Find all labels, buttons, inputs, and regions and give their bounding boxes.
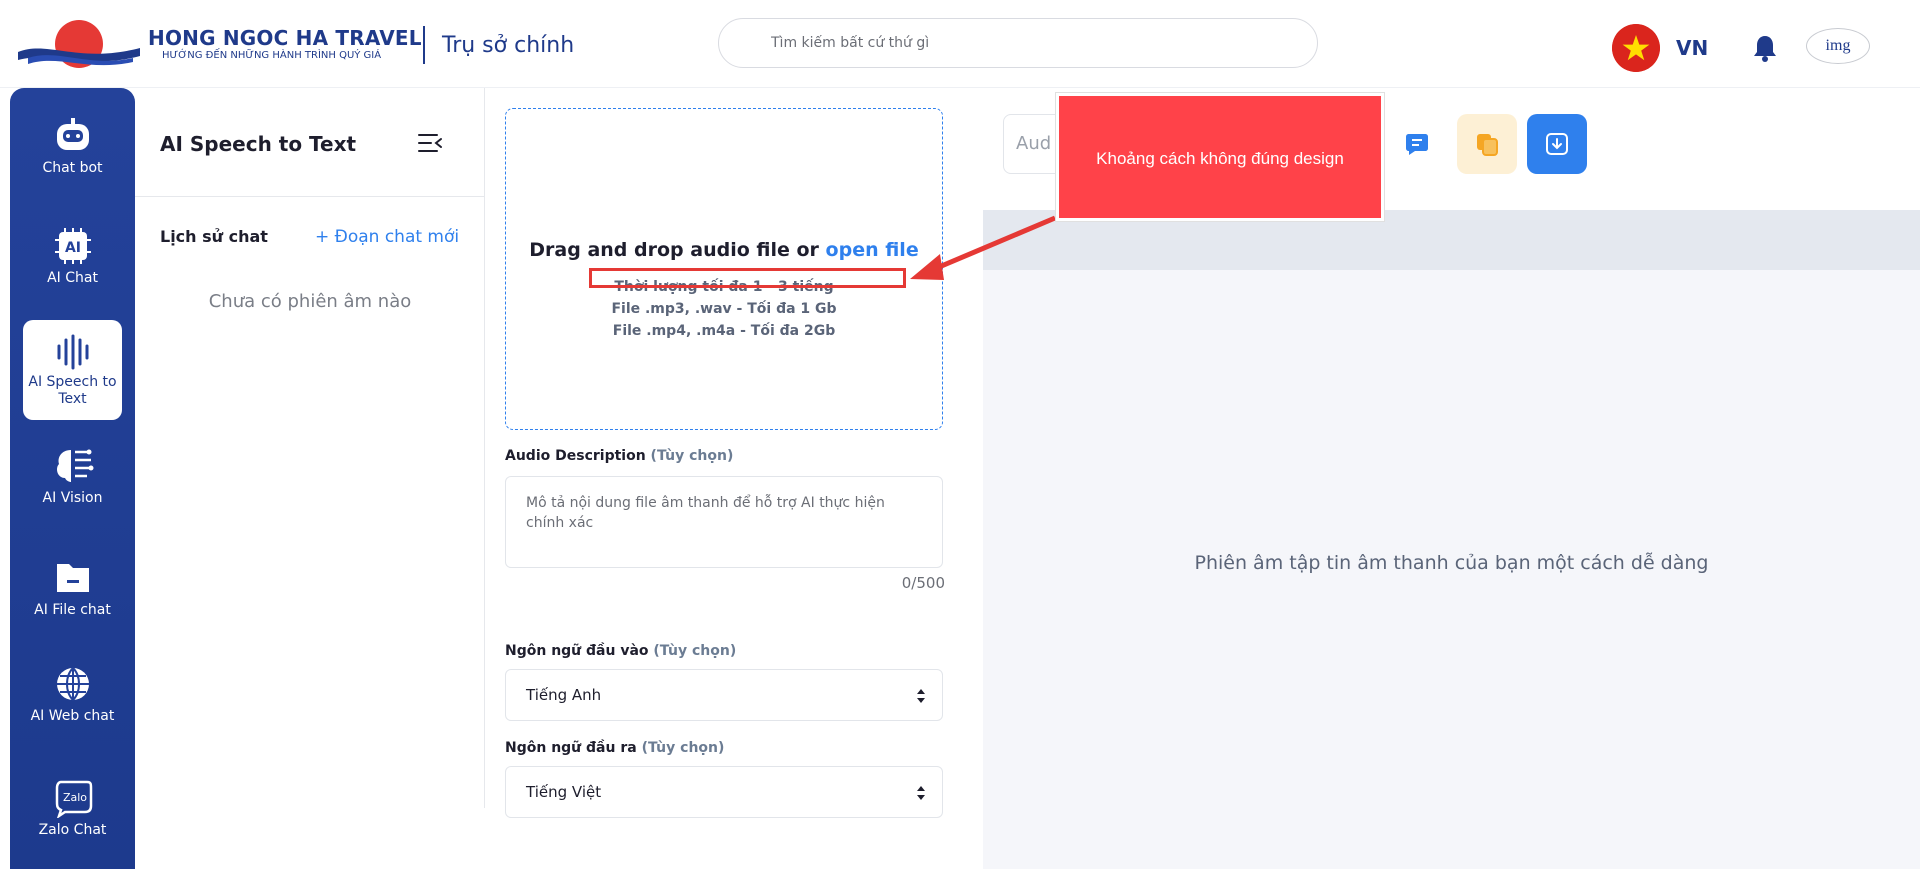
- output-language-label: Ngôn ngữ đầu ra (Tùy chọn): [505, 740, 724, 756]
- rail-item-label: AI Web chat: [30, 708, 115, 724]
- copy-icon: [1477, 134, 1498, 156]
- rail-item-label: AI Chat: [47, 270, 98, 286]
- brand-divider: [423, 26, 425, 64]
- result-empty-message: Phiên âm tập tin âm thanh của bạn một cá…: [1194, 552, 1709, 574]
- audio-format-hint: File .mp3, .wav - Tối đa 1 Gb: [611, 301, 837, 317]
- output-language-select[interactable]: Tiếng Việt: [505, 766, 943, 818]
- annotation-highlight-box: [589, 268, 906, 288]
- optional-tag: (Tùy chọn): [641, 740, 725, 756]
- annotation-text: Khoảng cách không đúng design: [1096, 149, 1344, 168]
- collapse-menu-icon[interactable]: [417, 132, 443, 154]
- input-language-label-text: Ngôn ngữ đầu vào: [505, 643, 649, 659]
- history-label: Lịch sử chat: [160, 227, 268, 246]
- user-avatar[interactable]: img: [1806, 28, 1870, 64]
- optional-tag: (Tùy chọn): [653, 643, 737, 659]
- svg-text:Zalo: Zalo: [62, 791, 86, 804]
- notification-bell-icon[interactable]: [1752, 34, 1778, 62]
- brand-tagline: HƯỚNG ĐẾN NHỮNG HÀNH TRÌNH QUÝ GIÁ: [162, 50, 382, 61]
- folder-icon: [56, 564, 89, 592]
- rail-item-ai-vision[interactable]: AI Vision: [23, 446, 122, 528]
- panel-divider: [135, 196, 485, 197]
- top-header: HONG NGOC HA TRAVEL HƯỚNG ĐẾN NHỮNG HÀNH…: [0, 0, 1920, 88]
- app-rail: Chat bot AI AI Chat AI Speech to Text AI…: [10, 88, 135, 869]
- zalo-icon: Zalo: [55, 780, 92, 818]
- office-label[interactable]: Trụ sở chính: [442, 33, 574, 58]
- rail-item-ai-file-chat[interactable]: AI File chat: [23, 558, 122, 640]
- search-input[interactable]: [771, 33, 1291, 53]
- description-label-text: Audio Description: [505, 448, 646, 464]
- rail-item-chat-bot[interactable]: Chat bot: [23, 116, 122, 198]
- output-language-label-text: Ngôn ngữ đầu ra: [505, 740, 637, 756]
- dropzone-title: Drag and drop audio file or open file: [506, 239, 942, 261]
- rail-item-label: Chat bot: [42, 160, 103, 176]
- annotation-arrow-icon: [910, 215, 1056, 280]
- audio-description-field[interactable]: [505, 476, 943, 568]
- globe-icon: [56, 667, 89, 701]
- brand-name: HONG NGOC HA TRAVEL: [148, 26, 422, 50]
- svg-text:AI: AI: [64, 240, 80, 256]
- rail-item-label: Zalo Chat: [38, 822, 107, 838]
- dropzone-title-text: Drag and drop audio file or: [529, 239, 819, 261]
- panel-title: AI Speech to Text: [160, 132, 357, 156]
- description-label: Audio Description (Tùy chọn): [505, 448, 733, 464]
- robot-icon: [56, 118, 89, 150]
- upload-form: Drag and drop audio file or open file Th…: [485, 88, 983, 869]
- global-search[interactable]: [718, 18, 1318, 68]
- empty-history-message: Chưa có phiên âm nào: [208, 291, 412, 312]
- rail-item-ai-speech-to-text[interactable]: AI Speech to Text: [23, 320, 122, 420]
- rail-item-ai-chat[interactable]: AI AI Chat: [23, 226, 122, 308]
- input-language-select[interactable]: Tiếng Anh: [505, 669, 943, 721]
- rail-item-label: AI File chat: [34, 602, 111, 618]
- sort-arrows-icon: [917, 786, 925, 800]
- language-selector[interactable]: VN: [1676, 36, 1708, 60]
- history-panel: AI Speech to Text Lịch sử chat + Đoạn ch…: [135, 88, 485, 808]
- rail-item-label: AI Speech to Text: [28, 374, 117, 407]
- company-logo[interactable]: [18, 18, 140, 70]
- chat-bubble-icon: [1406, 134, 1428, 155]
- video-format-hint: File .mp4, .m4a - Tối đa 2Gb: [612, 323, 836, 339]
- download-button[interactable]: [1527, 114, 1587, 174]
- brain-icon: [56, 449, 93, 482]
- rail-item-ai-web-chat[interactable]: AI Web chat: [23, 664, 122, 764]
- input-language-label: Ngôn ngữ đầu vào (Tùy chọn): [505, 643, 736, 659]
- ai-chip-icon: AI: [54, 228, 91, 264]
- input-language-value: Tiếng Anh: [526, 686, 602, 704]
- vietnam-flag-icon[interactable]: [1612, 24, 1660, 72]
- new-chat-button[interactable]: + Đoạn chat mới: [315, 227, 459, 247]
- output-language-value: Tiếng Việt: [526, 783, 602, 801]
- sort-arrows-icon: [917, 689, 925, 703]
- chat-button[interactable]: [1387, 114, 1447, 174]
- rail-item-zalo-chat[interactable]: Zalo Zalo Chat: [23, 778, 122, 860]
- char-counter: 0/500: [901, 574, 945, 592]
- rail-item-label: AI Vision: [42, 490, 103, 506]
- soundwave-icon: [57, 334, 88, 370]
- copy-button[interactable]: [1457, 114, 1517, 174]
- download-icon: [1546, 133, 1568, 155]
- annotation-callout: Khoảng cách không đúng design: [1056, 93, 1384, 221]
- optional-tag: (Tùy chọn): [650, 448, 734, 464]
